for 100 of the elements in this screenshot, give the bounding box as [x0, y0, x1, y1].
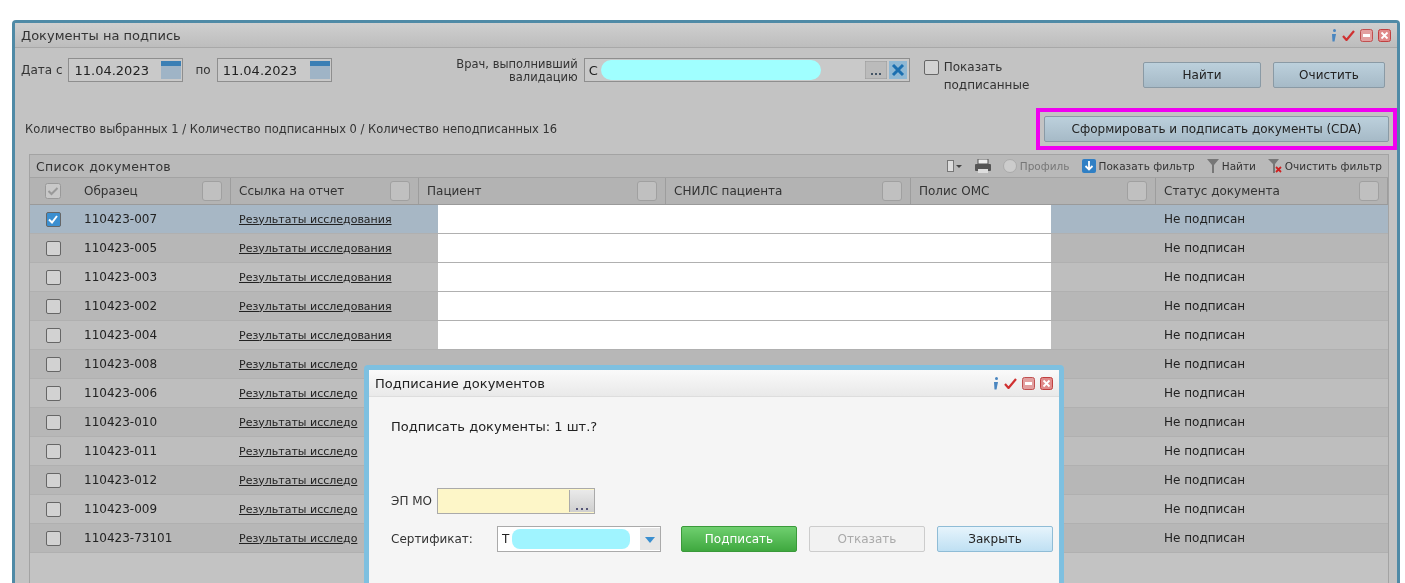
row-checkbox[interactable] [45, 501, 61, 517]
report-link[interactable]: Результаты исследо [239, 444, 358, 458]
table-cell-text: Не подписан [1163, 298, 1247, 315]
table-cell-text: 110423-003 [83, 269, 159, 286]
columns-menu-icon[interactable] [946, 160, 963, 172]
report-link[interactable]: Результаты исследо [239, 473, 358, 487]
counts-text: Количество выбранных 1 / Количество подписанных 0 / Количество неподписанных 16 [25, 122, 558, 136]
doctor-field[interactable]: С [583, 58, 910, 82]
table-cell-text: 110423-010 [83, 414, 159, 431]
maximize-icon[interactable] [1022, 376, 1035, 390]
table-cell-text: 110423-011 [83, 443, 159, 460]
column-header[interactable]: Пациент [419, 178, 666, 204]
select-all-checkbox-icon[interactable] [45, 183, 61, 199]
table-cell-text: 110423-007 [83, 211, 159, 228]
check-icon[interactable] [1004, 377, 1017, 389]
down-arrow-icon [1081, 159, 1096, 173]
row-checkbox[interactable] [45, 211, 61, 227]
column-header[interactable]: Полис ОМС [911, 178, 1156, 204]
profile-icon [1002, 159, 1017, 173]
table-cell-text: Не подписан [1163, 327, 1247, 344]
toolbar-button[interactable]: Найти [1143, 62, 1261, 88]
table-cell-text: 110423-012 [83, 472, 159, 489]
table-cell-text: Не подписан [1163, 240, 1247, 257]
calendar-icon[interactable] [308, 60, 331, 80]
grid-tool-button[interactable]: Найти [1206, 159, 1256, 173]
dialog-message: Подписать документы: 1 шт.? [391, 419, 599, 434]
report-link[interactable]: Результаты исследования [239, 328, 392, 342]
report-link[interactable]: Результаты исследо [239, 415, 358, 429]
doctor-label: Врач, выполнивший валидацию [455, 58, 578, 84]
table-cell-text: Не подписан [1163, 269, 1247, 286]
date-to-field[interactable]: 11.04.2023 [216, 58, 332, 82]
row-checkbox[interactable] [45, 269, 61, 285]
table-cell-text: Не подписан [1163, 414, 1247, 431]
table-cell-text: 110423-008 [83, 356, 159, 373]
close-icon[interactable] [1378, 28, 1391, 42]
grid-title: Список документов [36, 158, 171, 174]
calendar-icon[interactable] [160, 60, 183, 80]
table-row[interactable]: 110423-002 Результаты исследования Не подписан [30, 292, 1388, 321]
row-checkbox[interactable] [45, 414, 61, 430]
info-icon[interactable] [1331, 28, 1337, 42]
date-from-label: Дата с [21, 62, 63, 79]
row-checkbox[interactable] [45, 443, 61, 459]
report-link[interactable]: Результаты исследо [239, 531, 358, 545]
table-row[interactable]: 110423-004 Результаты исследования Не подписан [30, 321, 1388, 350]
grid-tool-button[interactable]: Показать фильтр [1081, 159, 1195, 173]
date-to-label: по [195, 62, 211, 79]
row-checkbox[interactable] [45, 356, 61, 372]
column-header[interactable]: Статус документа [1156, 178, 1388, 204]
table-cell-text: 110423-73101 [83, 530, 174, 547]
certificate-label: Сертификат: [391, 531, 474, 548]
table-cell-text: 110423-006 [83, 385, 159, 402]
report-link[interactable]: Результаты исследования [239, 212, 392, 226]
show-signed-checkbox[interactable] [923, 60, 939, 75]
table-cell-text: Не подписан [1163, 443, 1247, 460]
sign-documents-button[interactable]: Сформировать и подписать документы (CDA) [1044, 116, 1389, 142]
table-cell-text: 110423-002 [83, 298, 159, 315]
report-link[interactable]: Результаты исследо [239, 386, 358, 400]
toolbar-button[interactable]: Очистить [1273, 62, 1385, 88]
table-row[interactable]: 110423-005 Результаты исследования Не подписан [30, 234, 1388, 263]
row-checkbox[interactable] [45, 472, 61, 488]
table-cell-text: Не подписан [1163, 211, 1247, 228]
column-header[interactable]: Образец [76, 178, 231, 204]
maximize-icon[interactable] [1360, 28, 1373, 42]
row-checkbox[interactable] [45, 327, 61, 343]
table-row[interactable]: 110423-007 Результаты исследования Не подписан [30, 205, 1388, 234]
close-icon[interactable] [1040, 376, 1053, 390]
table-cell-text: 110423-009 [83, 501, 159, 518]
row-checkbox[interactable] [45, 530, 61, 546]
clear-icon[interactable] [888, 61, 907, 79]
column-header[interactable]: СНИЛС пациента [666, 178, 911, 204]
column-header[interactable]: Ссылка на отчет [231, 178, 419, 204]
ep-field[interactable] [437, 488, 595, 514]
table-cell-text: Не подписан [1163, 472, 1247, 489]
dialog-button[interactable]: Закрыть [937, 526, 1053, 552]
printer-icon[interactable] [974, 159, 991, 173]
grid-tool-button[interactable]: Очистить фильтр [1267, 159, 1382, 173]
table-cell-text: 110423-005 [83, 240, 159, 257]
report-link[interactable]: Результаты исследования [239, 299, 392, 313]
ellipsis-icon[interactable] [575, 506, 589, 512]
table-row[interactable]: 110423-003 Результаты исследования Не подписан [30, 263, 1388, 292]
check-icon[interactable] [1342, 29, 1355, 41]
date-from-field[interactable]: 11.04.2023 [68, 58, 184, 82]
table-cell-text: 110423-004 [83, 327, 159, 344]
row-checkbox[interactable] [45, 298, 61, 314]
report-link[interactable]: Результаты исследования [239, 270, 392, 284]
report-link[interactable]: Результаты исследования [239, 241, 392, 255]
ep-label: ЭП МО [391, 493, 432, 510]
table-cell-text: Не подписан [1163, 501, 1247, 518]
report-link[interactable]: Результаты исследо [239, 502, 358, 516]
table-cell-text: Не подписан [1163, 530, 1247, 547]
dropdown-icon[interactable] [640, 528, 660, 550]
table-cell-text: Не подписан [1163, 385, 1247, 402]
row-checkbox[interactable] [45, 240, 61, 256]
info-icon[interactable] [993, 376, 999, 390]
table-cell-text: Не подписан [1163, 356, 1247, 373]
funnel-clear-icon [1267, 159, 1282, 173]
certificate-select[interactable]: Т [497, 526, 661, 552]
ellipsis-icon[interactable] [864, 61, 887, 79]
report-link[interactable]: Результаты исследо [239, 357, 358, 371]
row-checkbox[interactable] [45, 385, 61, 401]
